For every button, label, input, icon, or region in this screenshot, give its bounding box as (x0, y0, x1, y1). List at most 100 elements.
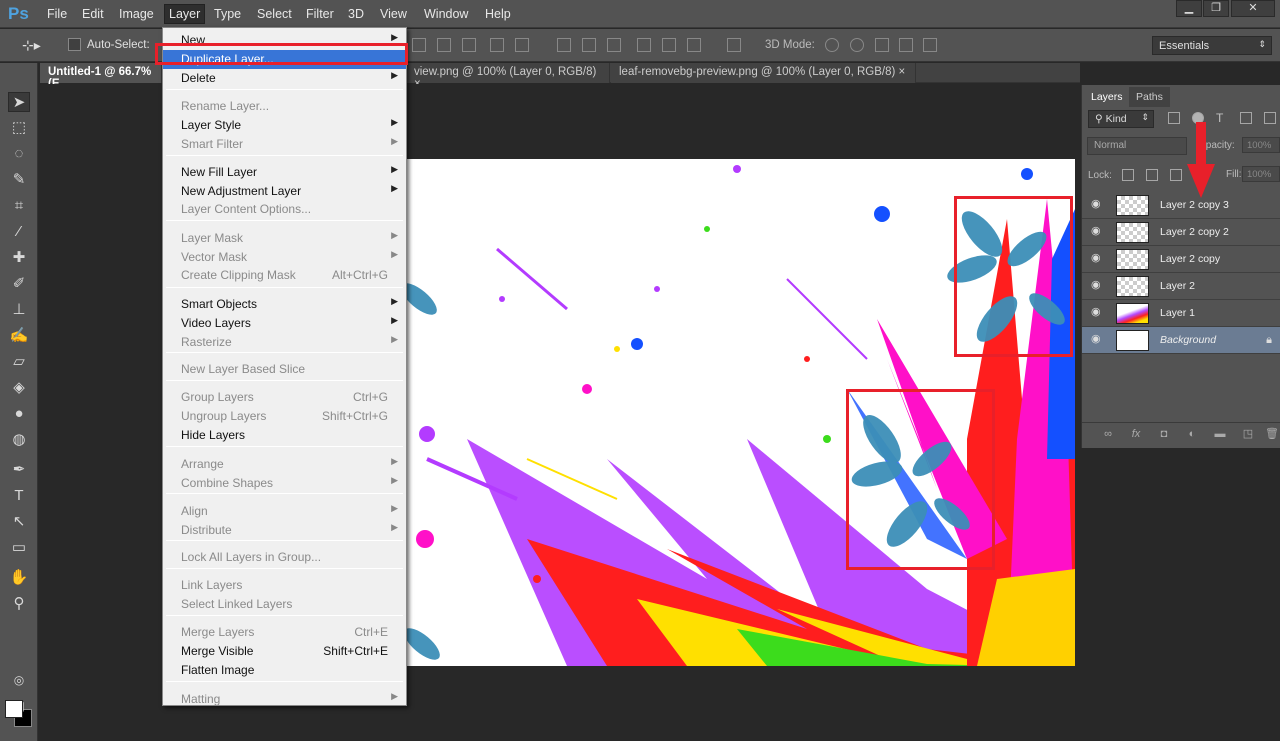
foreground-color-swatch[interactable] (5, 700, 23, 718)
menu-item-matting[interactable]: Matting ▶ (163, 690, 406, 709)
filter-shape-icon[interactable] (1240, 112, 1252, 124)
menu-item-combine-shapes[interactable]: Combine Shapes ▶ (163, 474, 406, 493)
menu-item-create-clipping-mask[interactable]: Create Clipping Mask Alt+Ctrl+G (163, 266, 406, 285)
tab-view-png[interactable]: view.png @ 100% (Layer 0, RGB/8) × (406, 63, 610, 90)
menu-item-new-fill-layer[interactable]: New Fill Layer ▶ (163, 163, 406, 182)
workspace-switcher[interactable]: Essentials ⇕ (1152, 36, 1272, 55)
menu-item-link-layers[interactable]: Link Layers (163, 576, 406, 595)
opacity-field[interactable]: 100% (1242, 137, 1280, 153)
menu-item-arrange[interactable]: Arrange ▶ (163, 455, 406, 474)
minimize-button[interactable]: ▁ (1176, 0, 1202, 17)
new-group-icon[interactable]: ▬ (1213, 428, 1227, 441)
filter-smart-icon[interactable] (1264, 112, 1276, 124)
menu-item-hide-layers[interactable]: Hide Layers (163, 426, 406, 445)
menu-item-delete[interactable]: Delete ▶ (163, 69, 406, 88)
menu-item-flatten-image[interactable]: Flatten Image (163, 661, 406, 680)
auto-align-icon[interactable] (727, 38, 741, 52)
close-button[interactable]: ✕ (1231, 0, 1275, 17)
clone-stamp-icon[interactable]: ⊥ (8, 300, 30, 320)
menu-item-smart-filter[interactable]: Smart Filter ▶ (163, 135, 406, 154)
menu-item-new-layer-based-slice[interactable]: New Layer Based Slice (163, 360, 406, 379)
menu-item-merge-visible[interactable]: Merge Visible Shift+Ctrl+E (163, 642, 406, 661)
align-left-icon[interactable] (490, 38, 504, 52)
tab-paths[interactable]: Paths (1129, 87, 1170, 107)
delete-layer-icon[interactable]: 🗑︎ (1265, 428, 1279, 441)
align-top-icon[interactable] (412, 38, 426, 52)
history-brush-icon[interactable]: ✍ (8, 326, 30, 346)
auto-select-checkbox[interactable] (68, 38, 81, 51)
3d-slide-icon[interactable] (899, 38, 913, 52)
menu-view[interactable]: View (380, 7, 407, 21)
eye-icon[interactable]: ◉ (1091, 253, 1105, 264)
3d-rotate-icon[interactable] (825, 38, 839, 52)
type-tool-icon[interactable]: T (8, 486, 30, 506)
fill-field[interactable]: 100% (1242, 166, 1280, 182)
filter-pixel-icon[interactable] (1168, 112, 1180, 124)
menu-item-layer-content-options[interactable]: Layer Content Options... (163, 200, 406, 219)
marquee-tool-icon[interactable]: ⬚ (8, 118, 30, 138)
menu-item-rasterize[interactable]: Rasterize ▶ (163, 333, 406, 352)
menu-edit[interactable]: Edit (82, 7, 104, 21)
paint-bucket-icon[interactable]: ◈ (8, 378, 30, 398)
distribute-left-icon[interactable] (637, 38, 651, 52)
tab-untitled[interactable]: Untitled-1 @ 66.7% (E (40, 63, 162, 90)
lock-position-icon[interactable] (1170, 169, 1182, 181)
menu-select[interactable]: Select (257, 7, 292, 21)
menu-type[interactable]: Type (214, 7, 241, 21)
quick-mask-icon[interactable]: ◎ (8, 670, 30, 690)
menu-item-ungroup-layers[interactable]: Ungroup Layers Shift+Ctrl+G (163, 407, 406, 426)
3d-scale-icon[interactable] (923, 38, 937, 52)
menu-item-group-layers[interactable]: Group Layers Ctrl+G (163, 388, 406, 407)
layer-row[interactable]: ◉ Layer 2 copy 3 (1082, 192, 1280, 219)
lasso-tool-icon[interactable]: ◌ (8, 144, 30, 164)
add-mask-icon[interactable]: ◘ (1157, 428, 1171, 441)
healing-brush-icon[interactable]: ✚ (8, 248, 30, 268)
distribute-hcenter-icon[interactable] (662, 38, 676, 52)
menu-item-new-adjustment-layer[interactable]: New Adjustment Layer ▶ (163, 182, 406, 201)
align-hcenter-icon[interactable] (515, 38, 529, 52)
new-layer-icon[interactable]: ◳ (1241, 428, 1255, 441)
filter-type-icon[interactable]: T (1216, 112, 1228, 124)
lock-pixels-icon[interactable] (1146, 169, 1158, 181)
distribute-bottom-icon[interactable] (607, 38, 621, 52)
align-vcenter-icon[interactable] (437, 38, 451, 52)
menu-item-align[interactable]: Align ▶ (163, 502, 406, 521)
layer-row[interactable]: ◉ Layer 1 (1082, 300, 1280, 327)
menu-item-video-layers[interactable]: Video Layers ▶ (163, 314, 406, 333)
menu-item-vector-mask[interactable]: Vector Mask ▶ (163, 248, 406, 267)
layer-row[interactable]: ◉ Layer 2 (1082, 273, 1280, 300)
link-layers-icon[interactable]: ∞ (1101, 428, 1115, 441)
menu-item-select-linked-layers[interactable]: Select Linked Layers (163, 595, 406, 614)
menu-item-merge-layers[interactable]: Merge Layers Ctrl+E (163, 623, 406, 642)
menu-item-smart-objects[interactable]: Smart Objects ▶ (163, 295, 406, 314)
align-bottom-icon[interactable] (462, 38, 476, 52)
distribute-right-icon[interactable] (687, 38, 701, 52)
restore-button[interactable]: ❐ (1203, 0, 1229, 17)
brush-tool-icon[interactable]: ✐ (8, 274, 30, 294)
blend-mode-select[interactable]: Normal (1087, 137, 1187, 155)
blur-tool-icon[interactable]: ● (8, 404, 30, 424)
menu-filter[interactable]: Filter (306, 7, 334, 21)
tab-close-icon[interactable]: × (899, 66, 906, 78)
hand-tool-icon[interactable]: ✋ (8, 568, 30, 588)
filter-kind-select[interactable]: ⚲ Kind ⇕ (1088, 110, 1154, 128)
zoom-tool-icon[interactable]: ⚲ (8, 594, 30, 614)
3d-drag-icon[interactable] (875, 38, 889, 52)
menu-3d[interactable]: 3D (348, 7, 364, 21)
eye-icon[interactable]: ◉ (1091, 334, 1105, 345)
crop-tool-icon[interactable]: ⌗ (8, 196, 30, 216)
quick-select-tool-icon[interactable]: ✎ (8, 170, 30, 190)
3d-roll-icon[interactable] (850, 38, 864, 52)
menu-layer[interactable]: Layer (164, 4, 206, 24)
move-tool-icon[interactable]: ⊹▸ (22, 37, 41, 54)
menu-window[interactable]: Window (424, 7, 468, 21)
fx-icon[interactable]: fx (1129, 428, 1143, 441)
layer-row[interactable]: ◉ Layer 2 copy (1082, 246, 1280, 273)
eye-icon[interactable]: ◉ (1091, 307, 1105, 318)
distribute-top-icon[interactable] (557, 38, 571, 52)
eye-icon[interactable]: ◉ (1091, 199, 1105, 210)
tab-leaf-png[interactable]: leaf-removebg-preview.png @ 100% (Layer … (611, 63, 916, 83)
adjustment-layer-icon[interactable]: ◐ (1185, 428, 1199, 441)
eye-icon[interactable]: ◉ (1091, 280, 1105, 291)
layer-row-background[interactable]: ◉ Background 🔒︎ (1082, 327, 1280, 354)
